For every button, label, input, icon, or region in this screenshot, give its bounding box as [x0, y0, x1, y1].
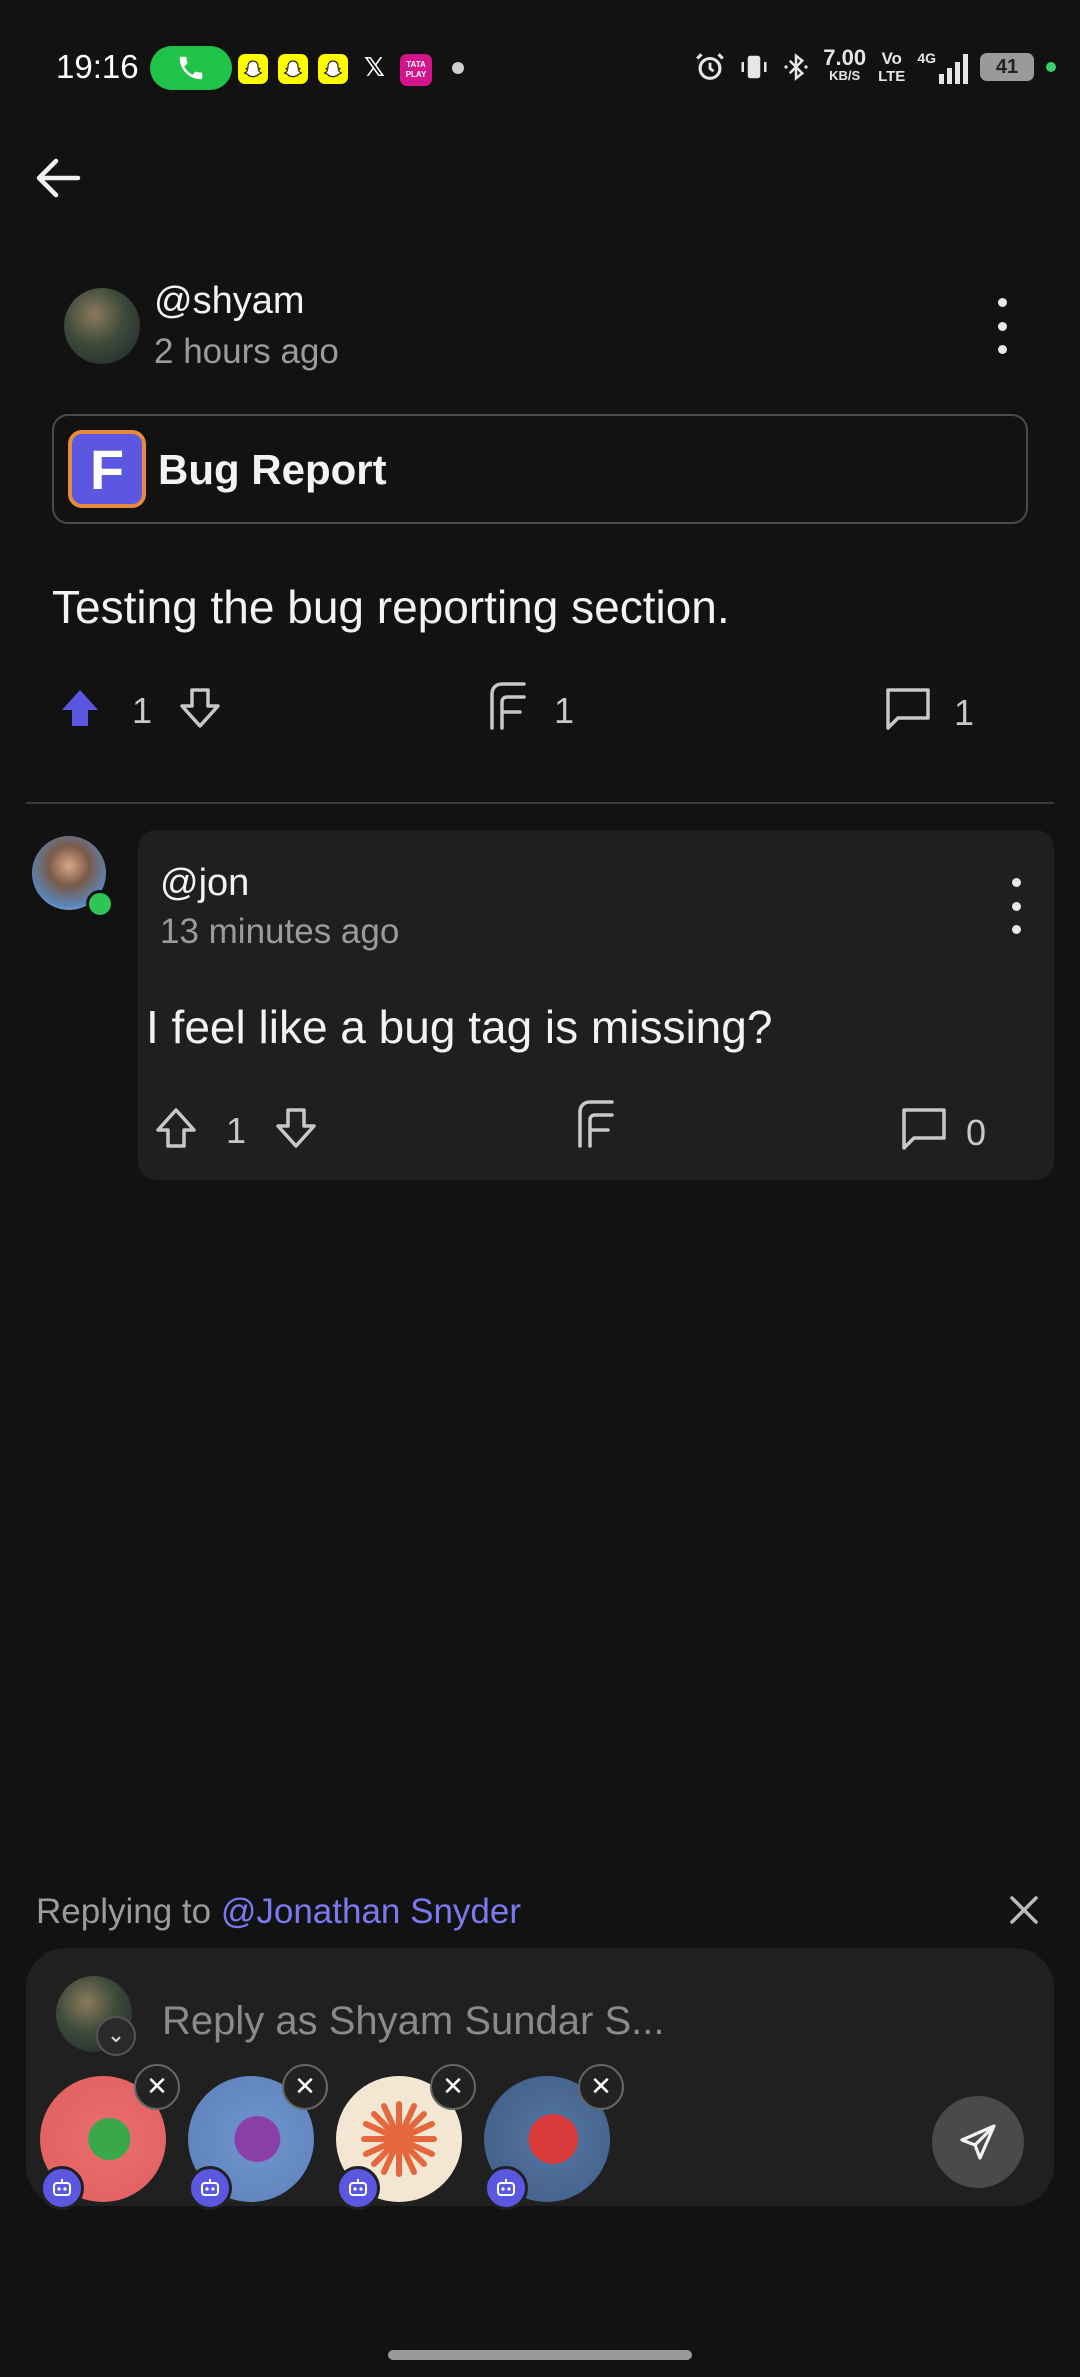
- bluetooth-icon: [784, 53, 808, 81]
- snapchat-notification-icon: [238, 54, 268, 84]
- post-timestamp: 2 hours ago: [154, 332, 339, 371]
- bot-badge-icon: [188, 2166, 232, 2210]
- post-share-to-community-button[interactable]: [486, 680, 530, 737]
- post-share-count: 1: [554, 690, 575, 731]
- upvote-filled-icon: [62, 690, 98, 726]
- post-upvote-button[interactable]: [58, 686, 102, 735]
- replying-to-label: Replying to @Jonathan Snyder: [36, 1892, 521, 1932]
- comment-upvote-count: 1: [226, 1110, 247, 1151]
- snapchat-notification-icon: [278, 54, 308, 84]
- remove-bot-button[interactable]: ✕: [578, 2064, 624, 2110]
- comment-upvote-button[interactable]: [154, 1106, 198, 1155]
- snapchat-notification-icon: [318, 54, 348, 84]
- post-author-username[interactable]: @shyam: [154, 280, 305, 323]
- status-time: 19:16: [56, 48, 139, 85]
- community-tag-label: Bug Report: [158, 446, 387, 493]
- post-comment-count: 1: [954, 692, 975, 733]
- remove-bot-button[interactable]: ✕: [282, 2064, 328, 2110]
- signal-icon: 4G: [917, 50, 968, 84]
- reply-input[interactable]: [162, 1996, 802, 2046]
- comment-icon: [902, 1108, 946, 1150]
- comment-downvote-button[interactable]: [274, 1106, 318, 1155]
- replying-to-username[interactable]: @Jonathan Snyder: [221, 1892, 521, 1931]
- f-logo-icon: [490, 682, 526, 730]
- home-gesture-bar[interactable]: [388, 2350, 692, 2360]
- online-status-indicator: [86, 890, 114, 918]
- volte-indicator: Vo LTE: [878, 49, 906, 86]
- comment-reply-count: 0: [966, 1112, 987, 1153]
- phone-icon: [179, 56, 203, 80]
- bot-badge-icon: [40, 2166, 84, 2210]
- arrow-left-icon: [36, 158, 81, 198]
- downvote-outline-icon: [180, 688, 220, 728]
- close-icon: [1010, 1896, 1038, 1924]
- cancel-reply-button[interactable]: [1004, 1890, 1044, 1930]
- f-logo-icon: [578, 1100, 614, 1148]
- alarm-icon: [696, 53, 725, 80]
- network-speed: 7.00 KB/S: [823, 45, 867, 84]
- system-status-icons: 7.00 KB/S Vo LTE 4G 41: [693, 45, 1056, 86]
- bot-badge-icon: [336, 2166, 380, 2210]
- post-upvote-count: 1: [132, 690, 153, 731]
- back-button[interactable]: [30, 150, 86, 206]
- more-notifications-dot: [452, 62, 464, 74]
- remove-bot-button[interactable]: ✕: [134, 2064, 180, 2110]
- send-icon: [960, 2124, 996, 2160]
- divider: [26, 802, 1054, 804]
- x-notification-icon: 𝕏: [364, 52, 385, 82]
- post-more-options-button[interactable]: [992, 298, 1012, 354]
- vibrate-icon: [741, 55, 767, 79]
- community-logo: F: [68, 430, 146, 508]
- remove-bot-button[interactable]: ✕: [430, 2064, 476, 2110]
- post-downvote-button[interactable]: [178, 686, 222, 735]
- send-reply-button[interactable]: [932, 2096, 1024, 2188]
- bot-badge-icon: [484, 2166, 528, 2210]
- comment-author-username[interactable]: @jon: [160, 862, 249, 905]
- replying-to-prefix: Replying to: [36, 1892, 221, 1931]
- privacy-indicator-dot: [1046, 62, 1056, 72]
- battery-indicator: 41: [980, 53, 1034, 81]
- downvote-outline-icon: [276, 1108, 316, 1148]
- comment-more-options-button[interactable]: [1006, 878, 1026, 934]
- tata-play-notification-icon: TATA PLAY: [400, 54, 432, 86]
- post-comment-button[interactable]: [884, 686, 932, 737]
- post-body-text: Testing the bug reporting section.: [52, 581, 730, 633]
- comment-timestamp: 13 minutes ago: [160, 912, 400, 951]
- comment-share-to-community-button[interactable]: [574, 1098, 618, 1155]
- comment-icon: [886, 688, 930, 730]
- upvote-outline-icon: [156, 1108, 196, 1148]
- post-author-avatar[interactable]: [64, 288, 140, 364]
- comment-body-text: I feel like a bug tag is missing?: [146, 1001, 773, 1053]
- ongoing-call-indicator[interactable]: [150, 46, 232, 90]
- comment-reply-button[interactable]: [900, 1106, 948, 1157]
- account-switcher-button[interactable]: ⌄: [96, 2016, 136, 2056]
